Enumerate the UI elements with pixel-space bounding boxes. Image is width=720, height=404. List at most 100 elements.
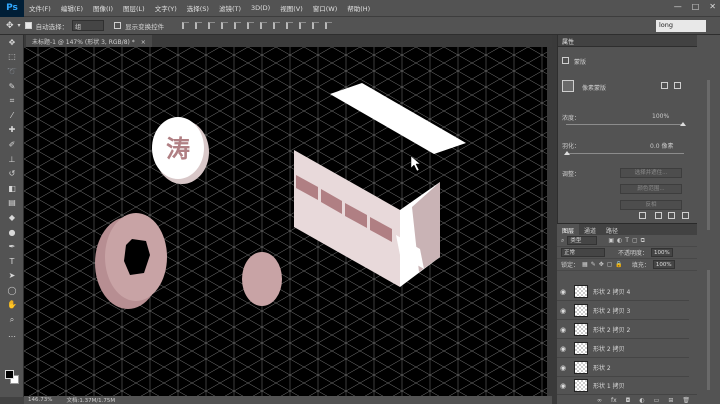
more-tools-icon[interactable]: … [0,327,24,342]
type-tool-icon[interactable]: T [0,254,24,269]
eyedropper-tool-icon[interactable]: ⁄ [0,108,24,123]
link-layers-icon[interactable]: ∞ [597,397,602,404]
align-right-icon[interactable] [247,22,255,29]
tab-layers[interactable]: 图层 [557,224,580,235]
filter-smart-icon[interactable]: ⧉ [641,237,645,245]
distribute-bottom-icon[interactable] [286,22,294,29]
healing-tool-icon[interactable]: ✚ [0,123,24,138]
layer-row[interactable]: ◉ 形状 2 拷贝 2 [557,321,689,339]
filter-pixel-icon[interactable]: ▣ [608,237,614,244]
feather-slider-thumb[interactable] [564,151,570,155]
menu-file[interactable]: 文件(F) [24,3,56,13]
quick-select-tool-icon[interactable]: ✎ [0,79,24,94]
lock-artboard-icon[interactable]: ▢ [607,261,613,268]
delete-layer-icon[interactable]: 🗑 [682,397,690,404]
mask-visibility-icon[interactable] [668,212,675,219]
properties-scrollbar[interactable] [707,80,710,230]
layer-row[interactable]: ◉ 形状 1 拷贝 [557,377,689,395]
density-slider-thumb[interactable] [680,122,686,126]
menu-image[interactable]: 图像(I) [88,3,118,13]
close-icon[interactable]: × [141,39,146,46]
eraser-tool-icon[interactable]: ◧ [0,181,24,196]
tab-channels[interactable]: 通道 [579,224,601,235]
new-group-icon[interactable]: ▭ [654,397,660,404]
lock-pixels-icon[interactable]: ▦ [582,261,588,268]
add-vector-mask-icon[interactable] [674,82,681,89]
add-pixel-mask-icon[interactable] [661,82,668,89]
distribute-right-icon[interactable] [325,22,333,29]
zoom-tool-icon[interactable]: ⌕ [0,312,24,327]
visibility-eye-icon[interactable]: ◉ [557,364,569,372]
layer-name[interactable]: 形状 1 拷贝 [593,381,625,390]
tab-paths[interactable]: 路径 [601,224,623,235]
feather-value[interactable]: 0.0 像素 [650,141,673,150]
menu-filter[interactable]: 滤镜(T) [214,3,246,13]
distribute-top-icon[interactable] [260,22,268,29]
menu-select[interactable]: 选择(S) [182,3,214,13]
hand-tool-icon[interactable]: ✋ [0,298,24,313]
chevron-down-icon[interactable]: ▾ [18,22,21,29]
layers-scrollbar[interactable] [707,270,710,390]
move-tool-icon[interactable]: ✥ [0,35,24,50]
layer-row[interactable]: ◉ 形状 2 拷贝 [557,340,689,358]
new-layer-icon[interactable]: ⊞ [668,397,673,404]
pixel-mask-icon[interactable] [562,80,574,92]
visibility-eye-icon[interactable]: ◉ [557,382,569,390]
close-button[interactable]: ✕ [709,2,716,11]
distribute-left-icon[interactable] [299,22,307,29]
menu-3d[interactable]: 3D(D) [246,4,275,12]
auto-select-dropdown[interactable]: 组 [72,20,105,31]
menu-layer[interactable]: 图层(L) [118,3,150,13]
dodge-tool-icon[interactable]: ● [0,225,24,240]
lasso-tool-icon[interactable]: ➰ [0,64,24,79]
select-and-mask-button[interactable]: 选择并遮住... [620,168,682,178]
pen-tool-icon[interactable]: ✒ [0,239,24,254]
visibility-eye-icon[interactable]: ◉ [557,288,569,296]
color-range-button[interactable]: 颜色范围... [620,184,682,194]
history-brush-tool-icon[interactable]: ↺ [0,166,24,181]
layer-filter-select[interactable]: 类型 [567,236,598,245]
document-tab[interactable]: 未标题-1 @ 147% (形状 3, RGB/8) * × [26,35,152,47]
menu-window[interactable]: 窗口(W) [308,3,343,13]
lock-position-icon[interactable]: ✥ [599,261,604,268]
workspace-select[interactable]: long [656,20,706,32]
gradient-tool-icon[interactable]: ▤ [0,196,24,211]
layer-name[interactable]: 形状 2 拷贝 4 [593,287,630,296]
foreground-color-swatch[interactable] [5,370,14,379]
menu-help[interactable]: 帮助(H) [342,3,375,13]
oval-shape[interactable] [242,252,282,306]
fill-input[interactable]: 100% [652,260,675,269]
move-tool-icon[interactable]: ✥ [6,21,14,31]
stamp-tool-icon[interactable]: ⊥ [0,152,24,167]
opacity-input[interactable]: 100% [651,248,673,257]
layer-name[interactable]: 形状 2 拷贝 3 [593,306,630,315]
align-bottom-icon[interactable] [208,22,216,29]
marquee-tool-icon[interactable]: ⬚ [0,50,24,65]
blend-mode-select[interactable]: 正常 [561,248,605,257]
align-left-icon[interactable] [221,22,229,29]
density-value[interactable]: 100% [652,113,669,120]
show-transform-checkbox[interactable] [114,22,122,29]
filter-shape-icon[interactable]: ▢ [632,237,638,244]
distribute-hcenter-icon[interactable] [312,22,320,29]
crop-tool-icon[interactable]: ⌗ [0,93,24,108]
layer-row[interactable]: ◉ 形状 2 拷贝 3 [557,302,689,320]
density-slider[interactable] [566,124,684,125]
align-vcenter-icon[interactable] [195,22,203,29]
shape-tool-icon[interactable]: ◯ [0,283,24,298]
lock-paint-icon[interactable]: ✎ [591,261,596,268]
mask-load-icon[interactable] [639,212,646,219]
layer-style-icon[interactable]: fx [611,397,617,404]
auto-select-checkbox[interactable] [24,22,32,29]
align-hcenter-icon[interactable] [234,22,242,29]
layer-name[interactable]: 形状 2 [593,363,611,372]
mask-delete-icon[interactable] [682,212,689,219]
path-select-tool-icon[interactable]: ➤ [0,269,24,284]
visibility-eye-icon[interactable]: ◉ [557,345,569,353]
brush-tool-icon[interactable]: ✐ [0,137,24,152]
menu-view[interactable]: 视图(V) [275,3,308,13]
menu-type[interactable]: 文字(Y) [150,3,182,13]
layer-name[interactable]: 形状 2 拷贝 2 [593,325,630,334]
layer-row[interactable]: ◉ 形状 2 拷贝 4 [557,283,689,301]
add-mask-icon[interactable]: ◘ [626,397,631,404]
